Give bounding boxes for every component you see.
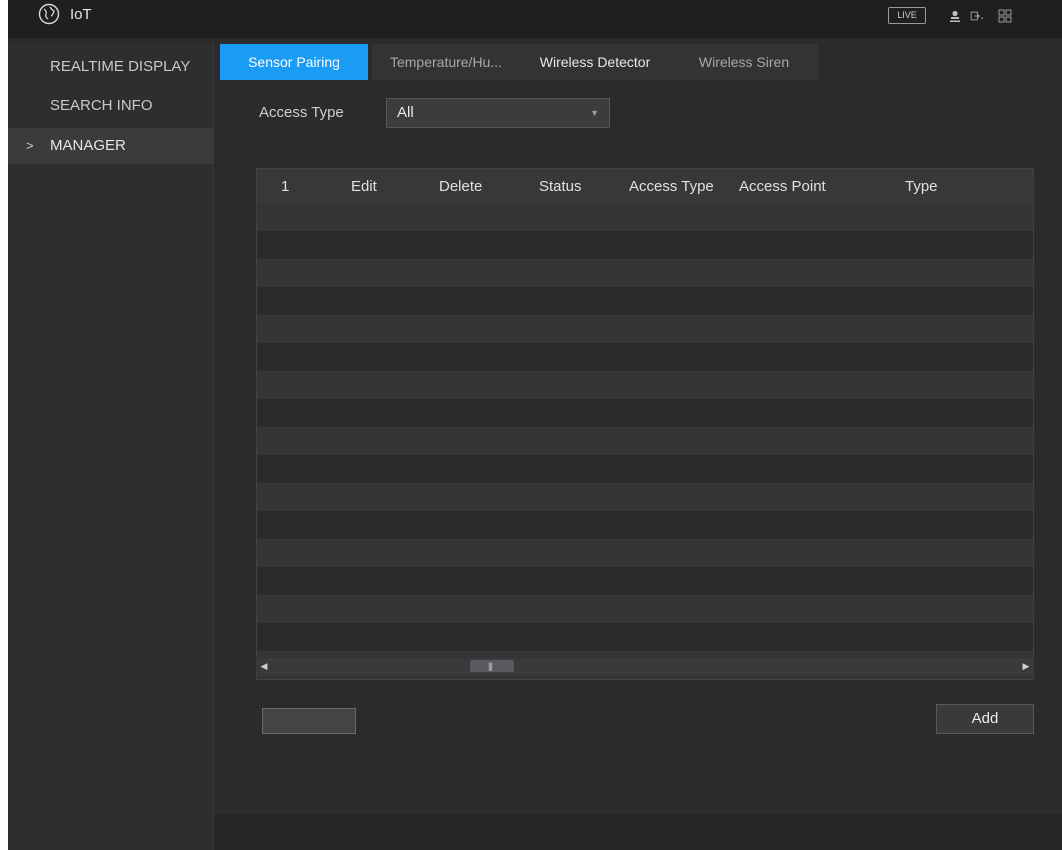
table-row	[257, 483, 1033, 511]
column-header-access-type: Access Type	[629, 178, 714, 195]
access-type-dropdown[interactable]: All ▼	[386, 98, 610, 128]
sidebar-item-label: SEARCH INFO	[50, 97, 153, 114]
table-row	[257, 511, 1033, 539]
live-button[interactable]: LIVE	[888, 7, 926, 24]
dropdown-arrow-icon: ▼	[590, 108, 599, 118]
horizontal-scrollbar[interactable]: ◀ ||| ▶	[256, 658, 1034, 674]
table-row	[257, 259, 1033, 287]
table-row	[257, 287, 1033, 315]
app-title: IoT	[70, 6, 92, 23]
scrollbar-thumb[interactable]: |||	[470, 660, 514, 672]
menu-grid-icon[interactable]	[998, 9, 1012, 23]
main-content: Access Type All ▼ 1 Edit Delete Status A…	[214, 80, 1062, 850]
column-header-delete: Delete	[439, 178, 483, 195]
table-row	[257, 567, 1033, 595]
column-header-status: Status	[539, 178, 582, 195]
access-type-value: All	[397, 104, 414, 121]
table-row	[257, 427, 1033, 455]
table-row	[257, 231, 1033, 259]
access-type-label: Access Type	[259, 104, 344, 121]
table-row	[257, 399, 1033, 427]
logout-icon[interactable]	[970, 9, 984, 23]
sidebar-item-label: REALTIME DISPLAY	[50, 58, 191, 75]
sensor-table: 1 Edit Delete Status Access Type Access …	[256, 168, 1034, 680]
grip-icon: |||	[488, 661, 493, 671]
table-row	[257, 595, 1033, 623]
title-bar: IoT LIVE	[8, 0, 1062, 38]
column-header-index: 1	[281, 178, 290, 195]
column-header-edit: Edit	[351, 178, 377, 195]
sidebar-item-label: MANAGER	[50, 137, 126, 154]
iot-manager-window: IoT LIVE REALTIME DISPLAY SEARCH INFO >	[8, 0, 1062, 850]
tab-temperature-humidity[interactable]: Temperature/Hu...	[372, 44, 520, 80]
table-row	[257, 539, 1033, 567]
table-row	[257, 371, 1033, 399]
sidebar-item-search-info[interactable]: SEARCH INFO	[8, 88, 214, 124]
bottom-bar	[214, 814, 1062, 850]
sidebar-item-manager[interactable]: > MANAGER	[8, 128, 214, 164]
tab-wireless-siren[interactable]: Wireless Siren	[670, 44, 818, 80]
table-row	[257, 203, 1033, 231]
globe-icon	[38, 3, 60, 25]
sidebar: REALTIME DISPLAY SEARCH INFO > MANAGER	[8, 44, 214, 850]
scroll-left-arrow-icon[interactable]: ◀	[258, 658, 270, 674]
tab-wireless-detector[interactable]: Wireless Detector	[520, 44, 670, 80]
column-header-type: Type	[905, 178, 938, 195]
add-button[interactable]: Add	[936, 704, 1034, 734]
sidebar-item-realtime-display[interactable]: REALTIME DISPLAY	[8, 49, 214, 85]
disabled-button	[262, 708, 356, 734]
table-row	[257, 343, 1033, 371]
scroll-right-arrow-icon[interactable]: ▶	[1020, 658, 1032, 674]
table-row	[257, 315, 1033, 343]
table-row	[257, 455, 1033, 483]
table-header: 1 Edit Delete Status Access Type Access …	[257, 169, 1033, 203]
column-header-access-point: Access Point	[739, 178, 826, 195]
chevron-right-icon: >	[26, 138, 34, 153]
table-row	[257, 623, 1033, 651]
user-icon[interactable]	[948, 9, 962, 23]
tab-sensor-pairing[interactable]: Sensor Pairing	[220, 44, 368, 80]
